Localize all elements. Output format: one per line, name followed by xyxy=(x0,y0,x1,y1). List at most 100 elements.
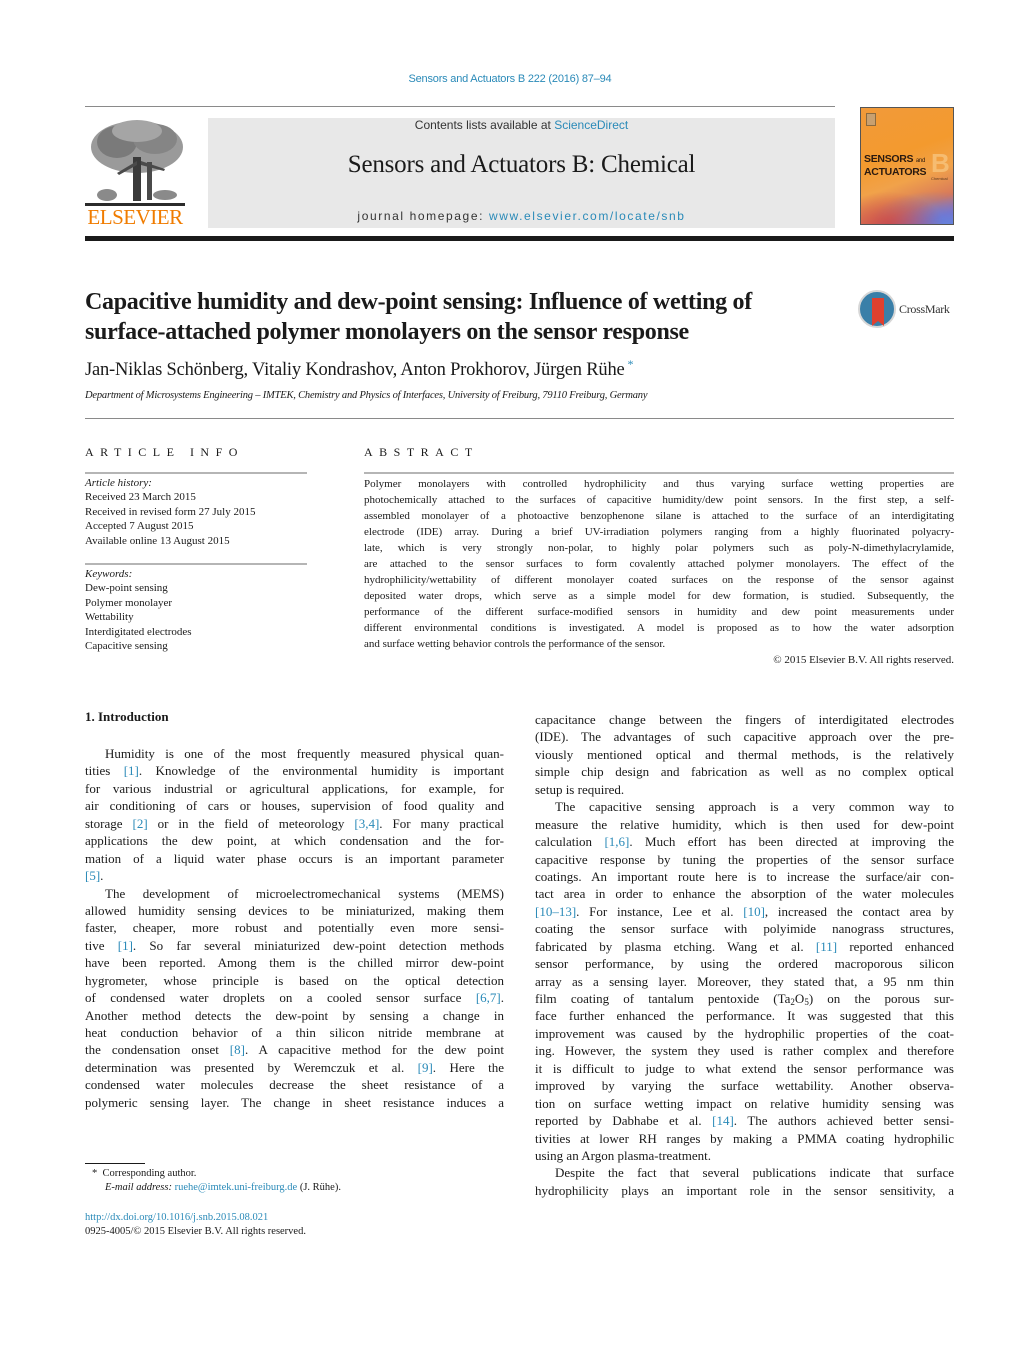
citation-link[interactable]: [9] xyxy=(418,1060,433,1075)
body-text-line: tivities at lower RH ranges by making a … xyxy=(535,1130,954,1146)
cover-title-line1: SENSORS xyxy=(864,153,914,165)
body-text-line: Humidity is one of the most frequently m… xyxy=(105,746,504,761)
citation-link[interactable]: [1,6] xyxy=(604,834,629,849)
body-text-line: calculation [1,6]. Much effort has been … xyxy=(535,834,954,850)
body-text-line: [5]. xyxy=(85,868,104,884)
elsevier-wordmark: ELSEVIER xyxy=(87,205,183,229)
body-text-line: heat conduction behavior of a thin silic… xyxy=(85,1025,504,1040)
article-history-label: Article history: xyxy=(85,477,152,489)
crossmark-ribbon-icon xyxy=(872,298,884,326)
journal-cover-thumbnail[interactable]: B SENSORS and ACTUATORS Chemical xyxy=(860,107,954,225)
subscript: 2 xyxy=(790,997,795,1007)
abstract-divider xyxy=(364,472,954,474)
body-column-right: capacitance change between the fingers o… xyxy=(535,711,954,1199)
author-names: Jan-Niklas Schönberg, Vitaliy Kondrashov… xyxy=(85,360,625,381)
keywords: Keywords: Dew-point sensing Polymer mono… xyxy=(85,567,192,653)
issn-copyright: 0925-4005/© 2015 Elsevier B.V. All right… xyxy=(85,1226,306,1237)
body-text-line: array as a sensing layer. Moreover, they… xyxy=(535,973,954,989)
journal-masthead: Contents lists available at ScienceDirec… xyxy=(208,118,835,228)
citation-link[interactable]: [10] xyxy=(743,904,765,919)
keyword: Interdigitated electrodes xyxy=(85,625,192,638)
subscript: 5 xyxy=(804,997,809,1007)
article-title: Capacitive humidity and dew-point sensin… xyxy=(85,287,845,347)
footnote-corresponding: * Corresponding author. xyxy=(92,1168,196,1179)
body-text-line: tities [1]. Knowledge of the environment… xyxy=(85,763,504,779)
footnote-email: E-mail address: ruehe@imtek.uni-freiburg… xyxy=(105,1182,341,1193)
footnote-corresponding-text: Corresponding author. xyxy=(102,1168,197,1179)
abstract-line: Polymer monolayers with controlled hydro… xyxy=(364,478,954,490)
cover-title: SENSORS and ACTUATORS xyxy=(864,153,927,178)
body-text-line: allowed humidity sensing devices to be m… xyxy=(85,902,504,918)
cover-elsevier-emblem-icon xyxy=(866,113,876,126)
crossmark-icon xyxy=(858,290,896,328)
body-text-line: for various industrial or agricultural a… xyxy=(85,780,504,796)
header-divider xyxy=(85,418,954,419)
citation-link[interactable]: [2] xyxy=(132,816,147,831)
top-divider xyxy=(85,106,835,107)
body-text-line: storage [2] or in the field of meteorolo… xyxy=(85,815,505,831)
homepage-prefix: journal homepage: xyxy=(357,209,489,223)
contents-availability: Contents lists available at ScienceDirec… xyxy=(208,118,835,132)
masthead-divider xyxy=(85,236,954,241)
body-text-line: capacitance change between the fingers o… xyxy=(535,712,954,727)
abstract-line: different environmental conditions is in… xyxy=(364,622,954,634)
email-link[interactable]: ruehe@imtek.uni-freiburg.de xyxy=(175,1182,298,1193)
author-list: Jan-Niklas Schönberg, Vitaliy Kondrashov… xyxy=(85,357,634,381)
abstract-line: late, which is very strongly non-polar, … xyxy=(364,542,954,554)
footnote-divider xyxy=(85,1163,145,1164)
body-text-line: applications the dew point, at which con… xyxy=(85,833,504,849)
citation-link[interactable]: [5] xyxy=(85,868,100,883)
citation-link[interactable]: [10–13] xyxy=(535,904,576,919)
history-received: Received 23 March 2015 xyxy=(85,491,196,504)
author-affiliation: Department of Microsystems Engineering –… xyxy=(85,390,648,401)
body-text-line: using an Argon plasma-treatment. xyxy=(535,1147,711,1163)
abstract-line: hydrophilicity/wettability of different … xyxy=(364,574,954,586)
body-text-line: condensed water molecules decrease the s… xyxy=(85,1077,504,1093)
citation-link[interactable]: [8] xyxy=(230,1042,245,1057)
body-text-line: ing. However, the system they used is ra… xyxy=(535,1043,954,1059)
homepage-link[interactable]: www.elsevier.com/locate/snb xyxy=(489,209,686,223)
email-suffix: (J. Rühe). xyxy=(297,1182,341,1193)
article-info-heading: ARTICLE INFO xyxy=(85,445,244,459)
elsevier-tree-icon xyxy=(91,120,183,201)
body-text-line: the condensation onset [8]. A capacitive… xyxy=(85,1042,504,1058)
body-text-line: improvement was caused by the hydrophili… xyxy=(535,1025,954,1041)
keyword: Wettability xyxy=(85,611,134,624)
citation-link[interactable]: [11] xyxy=(816,939,837,954)
crossmark-badge[interactable]: CrossMark xyxy=(858,290,958,330)
body-text-line: mation of a liquid water phase occurs is… xyxy=(85,850,504,866)
body-text-line: tive [1]. So far several miniaturized de… xyxy=(85,937,504,953)
body-text-line: fabricated by plasma etching. Wang et al… xyxy=(535,938,955,954)
body-text-line: The development of microelectromechanica… xyxy=(105,885,504,901)
body-text-line: film coating of tantalum pentoxide (Ta2O… xyxy=(535,991,954,1007)
citation-link[interactable]: [1] xyxy=(118,938,133,953)
body-text-line: tion on surface wetting impact on relati… xyxy=(535,1095,954,1111)
body-text-line: hydrophilicity plays an important role i… xyxy=(535,1182,954,1198)
body-text-line: coatings. An important route here is to … xyxy=(535,868,954,884)
journal-reference[interactable]: Sensors and Actuators B 222 (2016) 87–94 xyxy=(0,73,1020,85)
citation-link[interactable]: [3,4] xyxy=(354,816,379,831)
email-label: E-mail address: xyxy=(105,1182,175,1193)
abstract-line: assembled monolayer of a photoactive ben… xyxy=(364,510,954,522)
cover-subtitle: Chemical xyxy=(931,176,948,181)
abstract-heading: ABSTRACT xyxy=(364,445,479,459)
body-text-line: coating the sensor surface with polyimid… xyxy=(535,921,954,937)
citation-link[interactable]: [1] xyxy=(124,763,139,778)
body-text-line: capacitive response by tuning the proper… xyxy=(535,851,954,867)
citation-link[interactable]: [6,7] xyxy=(476,990,501,1005)
history-online: Available online 13 August 2015 xyxy=(85,534,230,547)
doi-link[interactable]: http://dx.doi.org/10.1016/j.snb.2015.08.… xyxy=(85,1212,268,1223)
citation-link[interactable]: [14] xyxy=(712,1113,734,1128)
section-heading-introduction: 1. Introduction xyxy=(85,709,169,724)
body-column-left: Humidity is one of the most frequently m… xyxy=(85,745,504,1111)
journal-homepage: journal homepage: www.elsevier.com/locat… xyxy=(208,209,835,223)
abstract-line: performance of the different surface-mod… xyxy=(364,606,954,618)
keywords-divider xyxy=(85,563,307,565)
cover-artwork xyxy=(861,186,953,224)
elsevier-logo[interactable]: ELSEVIER xyxy=(85,117,185,229)
body-text-line: sensor performance, by using the ordered… xyxy=(535,956,954,972)
abstract-line: photochemically attached to the surfaces… xyxy=(364,494,954,506)
article-info-divider xyxy=(85,472,307,474)
corresponding-author-marker[interactable]: * xyxy=(628,357,634,371)
sciencedirect-link[interactable]: ScienceDirect xyxy=(554,118,628,132)
